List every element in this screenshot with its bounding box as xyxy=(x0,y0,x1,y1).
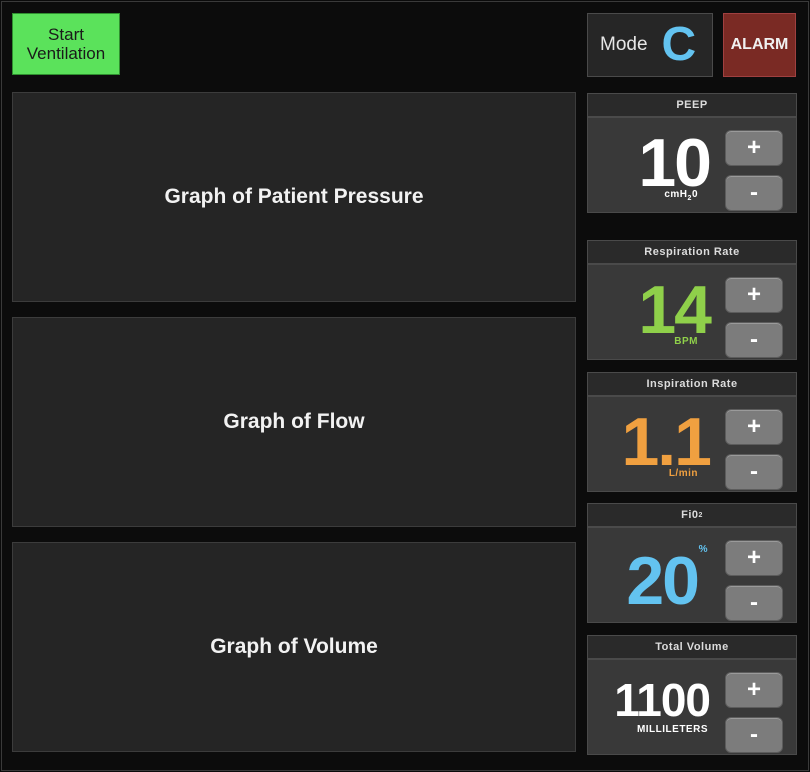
total-volume-increase-button[interactable]: + xyxy=(725,672,783,708)
graph-volume: Graph of Volume xyxy=(12,542,576,752)
alarm-button[interactable]: ALARM xyxy=(723,13,796,77)
peep-panel: PEEP 10 cmH20 + - xyxy=(587,93,797,213)
fio2-value: 20 xyxy=(626,543,700,619)
fio2-decrease-button[interactable]: - xyxy=(725,585,783,621)
graph-flow: Graph of Flow xyxy=(12,317,576,527)
inspiration-rate-increase-button[interactable]: + xyxy=(725,409,783,445)
panel-body: 10 cmH20 + - xyxy=(587,117,797,213)
peep-unit: cmH20 xyxy=(664,189,698,202)
fio2-panel: Fi0 2 20 % + - xyxy=(587,503,797,623)
panel-title: Respiration Rate xyxy=(587,240,797,264)
panel-body: 1100 MILLILETERS + - xyxy=(587,659,797,755)
inspiration-rate-panel: Inspiration Rate 1.1 L/min + - xyxy=(587,372,797,492)
graph-label: Graph of Volume xyxy=(210,635,378,658)
graph-label: Graph of Flow xyxy=(223,410,365,433)
panel-body: 20 % + - xyxy=(587,527,797,623)
fio2-increase-button[interactable]: + xyxy=(725,540,783,576)
graph-patient-pressure: Graph of Patient Pressure xyxy=(12,92,576,302)
total-volume-value: 1100 xyxy=(614,674,711,726)
peep-increase-button[interactable]: + xyxy=(725,130,783,166)
respiration-rate-value: 14 xyxy=(638,272,712,348)
start-button-line2: Ventilation xyxy=(26,44,106,63)
panel-title: Inspiration Rate xyxy=(587,372,797,396)
unit-tail: 0 xyxy=(691,189,698,200)
total-volume-panel: Total Volume 1100 MILLILETERS + - xyxy=(587,635,797,755)
fio2-unit: % xyxy=(698,544,708,555)
panel-body: 14 BPM + - xyxy=(587,264,797,360)
respiration-rate-unit: BPM xyxy=(674,336,698,347)
inspiration-rate-unit: L/min xyxy=(668,468,698,479)
peep-decrease-button[interactable]: - xyxy=(725,175,783,211)
mode-value: C xyxy=(661,18,697,71)
unit-main: cmH xyxy=(664,189,688,200)
start-ventilation-button[interactable]: Start Ventilation xyxy=(12,13,120,75)
inspiration-rate-decrease-button[interactable]: - xyxy=(725,454,783,490)
total-volume-decrease-button[interactable]: - xyxy=(725,717,783,753)
panel-title: PEEP xyxy=(587,93,797,117)
title-subscript: 2 xyxy=(698,511,703,519)
title-main: Fi0 xyxy=(681,509,699,521)
peep-value: 10 xyxy=(638,125,712,201)
inspiration-rate-value: 1.1 xyxy=(621,404,712,480)
panel-body: 1.1 L/min + - xyxy=(587,396,797,492)
graph-label: Graph of Patient Pressure xyxy=(164,185,424,208)
respiration-rate-increase-button[interactable]: + xyxy=(725,277,783,313)
panel-title: Fi0 2 xyxy=(587,503,797,527)
total-volume-unit: MILLILETERS xyxy=(636,724,708,735)
panel-title: Total Volume xyxy=(587,635,797,659)
mode-label: Mode xyxy=(600,34,648,55)
mode-indicator: Mode C xyxy=(587,13,713,77)
respiration-rate-panel: Respiration Rate 14 BPM + - xyxy=(587,240,797,360)
respiration-rate-decrease-button[interactable]: - xyxy=(725,322,783,358)
start-button-line1: Start xyxy=(48,25,84,44)
